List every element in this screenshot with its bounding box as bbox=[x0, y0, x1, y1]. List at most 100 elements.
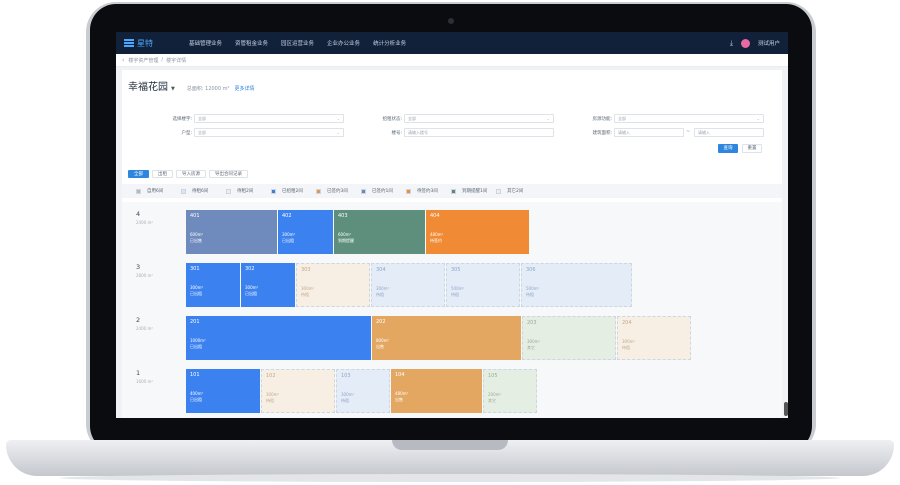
tab-rent[interactable]: 出租 bbox=[152, 170, 173, 178]
unit-number: 302 bbox=[245, 266, 255, 272]
unit-cell[interactable]: 301 300m² 已出租 bbox=[186, 263, 240, 307]
scrollbar[interactable] bbox=[784, 402, 788, 416]
unit-number: 305 bbox=[451, 267, 461, 273]
unit-cell[interactable]: 103 300m² 待租 bbox=[336, 369, 390, 413]
nav-item-stats[interactable]: 统计分析业务 bbox=[373, 39, 406, 47]
unit-cell[interactable]: 303 300m² 待租 bbox=[296, 263, 370, 307]
unit-area: 600m² bbox=[190, 232, 204, 237]
floor-number: 3 bbox=[136, 263, 141, 271]
nav-item-office[interactable]: 企业办公业务 bbox=[327, 39, 360, 47]
unit-area: 500m² bbox=[526, 286, 540, 291]
status-legend: 自用6间 待租6间 待租2间 已招租2间 已签约3间 已签约1间 待签约3间 到期提醒1间 其它… bbox=[122, 184, 782, 198]
area-max-input[interactable]: 请输入 bbox=[694, 128, 764, 137]
legend-swatch bbox=[136, 188, 141, 194]
unit-status: 待租 bbox=[451, 292, 459, 297]
main-panel: 幸福花园 ▼ 总面积: 12000 m² 更多详情 选择楼宇: 全部 ⌄ 招租状态… bbox=[122, 70, 782, 418]
unit-cell[interactable]: 105 200m² 其它 bbox=[483, 369, 537, 413]
building-total-area: 总面积: 12000 m² bbox=[186, 86, 230, 92]
more-details-link[interactable]: 更多详情 bbox=[235, 85, 255, 92]
unit-area: 1000m² bbox=[190, 338, 206, 343]
unit-area: 300m² bbox=[527, 339, 541, 344]
unit-number: 306 bbox=[526, 267, 536, 273]
tab-export[interactable]: 导出合同记录 bbox=[209, 170, 248, 178]
main-menu: 基础管理业务 资管租金业务 园区运营业务 企业办公业务 统计分析业务 bbox=[189, 39, 406, 47]
download-icon[interactable]: ⤓ bbox=[730, 39, 733, 48]
reset-button[interactable]: 重置 bbox=[742, 144, 762, 153]
unit-cell[interactable]: 402 300m² 已出租 bbox=[278, 210, 333, 254]
area-max-placeholder: 请输入 bbox=[698, 130, 710, 135]
legend-label: 其它2间 bbox=[507, 189, 524, 194]
user-name[interactable]: 测试用户 bbox=[758, 39, 780, 47]
unit-status: 已出售 bbox=[190, 238, 202, 243]
breadcrumb-item-detail: 楼宇详情 bbox=[166, 57, 187, 64]
floor-area: 2800 m² bbox=[136, 273, 153, 278]
breadcrumb-item-assets[interactable]: 楼宇资产管理 bbox=[128, 57, 158, 64]
unit-cell[interactable]: 304 300m² 待租 bbox=[371, 263, 445, 307]
chevron-down-icon: ⌄ bbox=[546, 116, 550, 121]
unit-area: 300m² bbox=[245, 285, 259, 290]
unit-area: 300m² bbox=[376, 286, 390, 291]
unit-number: 304 bbox=[376, 267, 386, 273]
unit-status: 已出租 bbox=[190, 344, 202, 349]
legend-item: 到期提醒1间 bbox=[451, 188, 496, 194]
unit-cell[interactable]: 404 480m² 待签约 bbox=[426, 210, 529, 254]
app-screen: 星特 基础管理业务 资管租金业务 园区运营业务 企业办公业务 统计分析业务 ⤓ … bbox=[116, 32, 788, 418]
legend-swatch bbox=[181, 188, 186, 194]
unit-number: 101 bbox=[190, 372, 200, 378]
room-number-input[interactable]: 请输入楼号 bbox=[404, 128, 554, 137]
tab-import[interactable]: 导入房源 bbox=[176, 170, 206, 178]
unit-cell[interactable]: 102 300m² 待租 bbox=[261, 369, 335, 413]
breadcrumb: ‹ 楼宇资产管理 / 楼宇详情 bbox=[116, 54, 788, 67]
unit-area: 600m² bbox=[338, 232, 352, 237]
unit-cell[interactable]: 403 600m² 到期提醒 bbox=[334, 210, 425, 254]
floor-number: 2 bbox=[136, 316, 141, 324]
back-icon[interactable]: ‹ bbox=[122, 57, 124, 64]
unit-cell[interactable]: 306 500m² 待租 bbox=[521, 263, 632, 307]
camera-icon bbox=[448, 18, 454, 24]
unit-cell[interactable]: 201 1000m² 已出租 bbox=[186, 316, 371, 360]
unit-cell[interactable]: 401 600m² 已出售 bbox=[186, 210, 277, 254]
tab-all[interactable]: 全部 bbox=[128, 170, 149, 178]
laptop-notch bbox=[392, 440, 508, 450]
unit-number: 401 bbox=[190, 213, 200, 219]
floor-area: 2400 m² bbox=[136, 220, 153, 225]
function-select[interactable]: 全部 ⌄ bbox=[614, 114, 764, 123]
filter-label-room: 楼号: bbox=[391, 131, 402, 136]
unit-cell[interactable]: 101 400m² 已出租 bbox=[186, 369, 260, 413]
room-number-placeholder: 请输入楼号 bbox=[408, 130, 428, 135]
unit-cell[interactable]: 305 500m² 待租 bbox=[446, 263, 520, 307]
unit-status: 待签约 bbox=[430, 238, 442, 243]
rent-status-select[interactable]: 全部 ⌄ bbox=[404, 114, 554, 123]
caret-down-icon[interactable]: ▼ bbox=[171, 86, 175, 92]
app-logo[interactable]: 星特 bbox=[124, 38, 184, 49]
unit-number: 301 bbox=[190, 266, 200, 272]
nav-item-assets[interactable]: 资管租金业务 bbox=[235, 39, 268, 47]
laptop-shadow bbox=[60, 474, 840, 482]
unit-cell[interactable]: 203 300m² 其它 bbox=[522, 316, 616, 360]
area-min-input[interactable]: 请输入 bbox=[614, 128, 684, 137]
nav-item-park[interactable]: 园区运营业务 bbox=[281, 39, 314, 47]
unit-cell[interactable]: 204 300m² 待租 bbox=[617, 316, 691, 360]
unit-status: 已出租 bbox=[190, 291, 202, 296]
unit-area: 400m² bbox=[190, 391, 204, 396]
chevron-down-icon: ⌄ bbox=[756, 116, 760, 121]
unit-cell[interactable]: 104 480m² 出售 bbox=[391, 369, 482, 413]
search-button[interactable]: 查询 bbox=[718, 144, 738, 153]
top-navigation: 星特 基础管理业务 资管租金业务 园区运营业务 企业办公业务 统计分析业务 ⤓ … bbox=[116, 32, 788, 54]
legend-item: 自用6间 bbox=[136, 188, 181, 194]
legend-label: 已签约1间 bbox=[372, 189, 393, 194]
nav-item-basic[interactable]: 基础管理业务 bbox=[189, 39, 222, 47]
unit-area: 480m² bbox=[430, 232, 444, 237]
unit-status: 到期提醒 bbox=[338, 238, 354, 243]
unit-cell[interactable]: 302 300m² 已出租 bbox=[241, 263, 295, 307]
unit-status: 出售 bbox=[395, 397, 403, 402]
unit-cell[interactable]: 202 800m² 出售 bbox=[372, 316, 521, 360]
legend-swatch bbox=[361, 188, 366, 194]
avatar[interactable] bbox=[740, 38, 750, 48]
unit-status: 待租 bbox=[266, 398, 274, 403]
page-title: 幸福花园 bbox=[128, 82, 168, 93]
logo-icon bbox=[124, 39, 134, 47]
layout-select[interactable]: 全部 ⌄ bbox=[194, 128, 344, 137]
building-select[interactable]: 全部 ⌄ bbox=[194, 114, 344, 123]
legend-swatch bbox=[316, 188, 321, 194]
